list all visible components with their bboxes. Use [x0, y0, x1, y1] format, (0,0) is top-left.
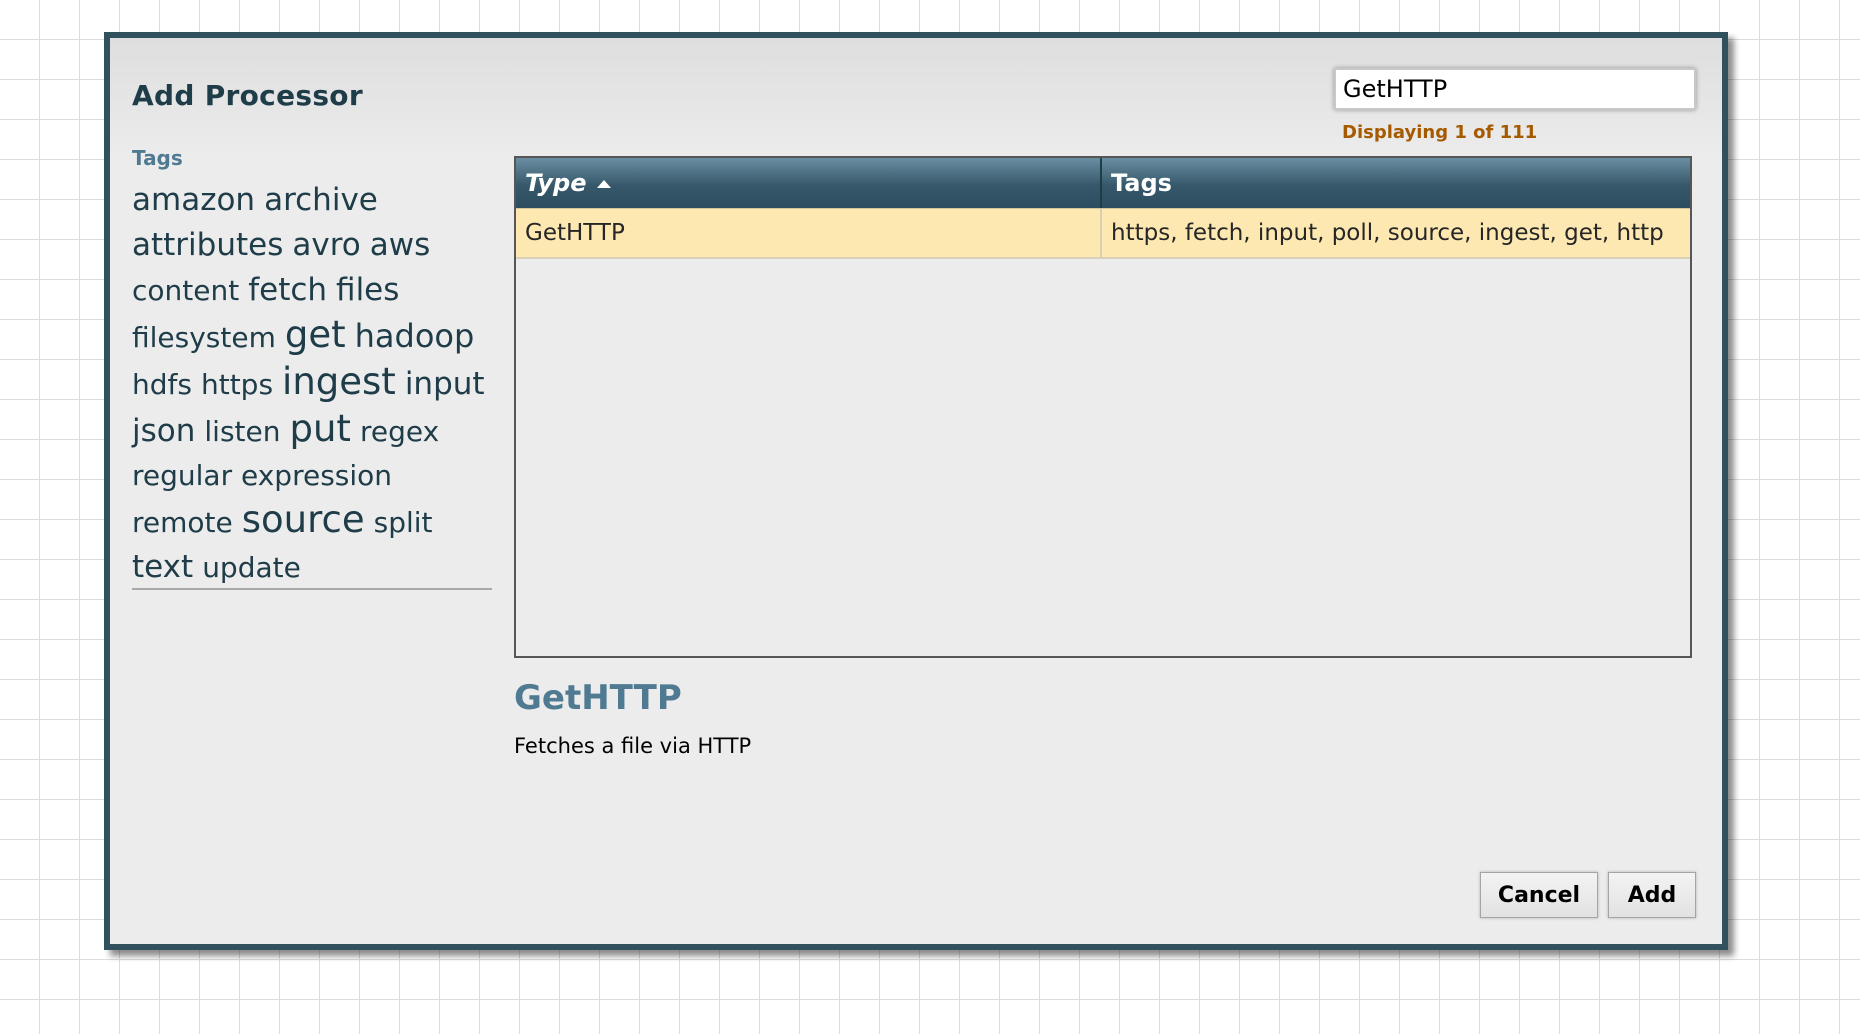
tag-split[interactable]: split	[374, 503, 433, 543]
tag-filesystem[interactable]: filesystem	[132, 318, 276, 358]
dialog-title: Add Processor	[132, 79, 363, 112]
tag-regex[interactable]: regex	[360, 412, 439, 452]
cancel-button[interactable]: Cancel	[1480, 872, 1598, 918]
table-row[interactable]: GetHTTP https, fetch, input, poll, sourc…	[516, 208, 1690, 259]
tag-hadoop[interactable]: hadoop	[355, 316, 475, 356]
tag-text[interactable]: text	[132, 547, 193, 587]
tag-input[interactable]: input	[405, 364, 485, 404]
tag-files[interactable]: files	[336, 270, 399, 310]
tag-aws[interactable]: aws	[370, 225, 431, 265]
column-header-tags[interactable]: Tags	[1102, 158, 1690, 208]
tag-source[interactable]: source	[242, 500, 365, 540]
tag-regular-expression[interactable]: regular expression	[132, 456, 392, 496]
tag-remote[interactable]: remote	[132, 503, 233, 543]
result-count: Displaying 1 of 111	[1342, 122, 1538, 143]
processor-table: Type Tags GetHTTP https, fetch, input, p…	[514, 156, 1692, 658]
add-button[interactable]: Add	[1608, 872, 1696, 918]
tag-json[interactable]: json	[132, 411, 195, 451]
tag-get[interactable]: get	[285, 315, 346, 355]
tag-hdfs[interactable]: hdfs	[132, 365, 192, 405]
tag-avro[interactable]: avro	[292, 225, 360, 265]
tags-heading: Tags	[132, 146, 183, 170]
sort-ascending-icon	[596, 180, 611, 188]
cell-tags: https, fetch, input, poll, source, inges…	[1111, 220, 1664, 246]
tag-listen[interactable]: listen	[204, 412, 280, 452]
tag-ingest[interactable]: ingest	[282, 362, 396, 402]
processor-search-input[interactable]	[1336, 70, 1694, 108]
tags-divider	[132, 588, 492, 590]
cell-type: GetHTTP	[516, 209, 1102, 257]
tag-cloud: amazon archive attributes avro aws content fet…	[132, 180, 494, 592]
tag-amazon[interactable]: amazon	[132, 180, 255, 220]
processor-search-box[interactable]	[1334, 68, 1696, 110]
add-processor-dialog: Add Processor Displaying 1 of 111 Tags a…	[104, 32, 1728, 950]
column-header-type-label: Type	[525, 169, 587, 197]
processor-detail-title: GetHTTP	[514, 678, 682, 718]
tag-update[interactable]: update	[202, 548, 301, 588]
tag-fetch[interactable]: fetch	[248, 270, 327, 310]
tag-archive[interactable]: archive	[264, 180, 378, 220]
tag-content[interactable]: content	[132, 271, 239, 311]
tag-attributes[interactable]: attributes	[132, 225, 283, 265]
column-header-type[interactable]: Type	[516, 158, 1102, 208]
tag-put[interactable]: put	[290, 409, 351, 449]
table-header: Type Tags	[516, 158, 1690, 208]
column-header-tags-label: Tags	[1111, 169, 1172, 197]
tag-https[interactable]: https	[201, 365, 273, 405]
processor-detail-description: Fetches a file via HTTP	[514, 734, 752, 758]
